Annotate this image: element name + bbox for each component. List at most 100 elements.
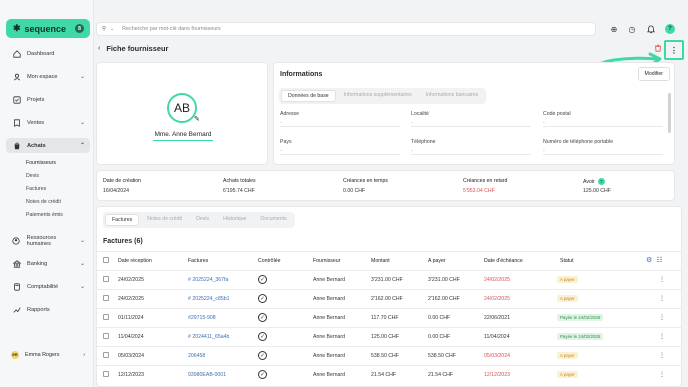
- add-icon[interactable]: ⊕: [608, 23, 620, 35]
- cell-fournisseur: Anne Bernard: [313, 372, 346, 378]
- chevron-down-icon: ⌄: [79, 120, 85, 126]
- cell-montant: 125.00 CHF: [371, 334, 399, 340]
- columns-icon[interactable]: ☷: [656, 256, 662, 264]
- tab-donnees-de-base[interactable]: Données de base: [281, 90, 336, 102]
- row-more-icon[interactable]: ⋮: [659, 352, 665, 359]
- user-menu[interactable]: ER Emma Rogers ›: [6, 349, 90, 361]
- app-logo[interactable]: ✱ sequence 8: [6, 19, 90, 38]
- sidebar-item-achats[interactable]: Achats ⌃: [6, 138, 90, 153]
- table-row[interactable]: 01/11/2024 #29715-908 ✓ Anne Bernard 117.70 …: [97, 308, 681, 327]
- field-label-localite: Localité: [411, 111, 429, 117]
- field-label-telephone: Téléphone: [411, 139, 436, 145]
- table-row[interactable]: 05/03/2024 206458 ✓ Anne Bernard 538.50 CHF 5…: [97, 346, 681, 365]
- cell-date-reception: 24/02/2025: [118, 277, 144, 283]
- cell-a-payer: 2'162.00 CHF: [428, 296, 460, 302]
- profile-avatar: AB: [167, 93, 197, 123]
- chevron-down-icon: ⌄: [109, 26, 115, 32]
- invoice-link[interactable]: 206458: [188, 353, 205, 359]
- sidebar-item-rapports[interactable]: Rapports: [6, 302, 90, 317]
- invoice-link[interactable]: 93980EAB-0001: [188, 372, 226, 378]
- page-title-text: Fiche fournisseur: [106, 44, 169, 53]
- column-header[interactable]: Date d'échéance: [484, 258, 523, 264]
- sidebar-item-label: Ressources humaines: [26, 234, 57, 247]
- edit-pencil-icon[interactable]: ✎: [194, 115, 200, 123]
- row-checkbox[interactable]: [103, 276, 109, 282]
- sidebar-subitem-paiements-emis[interactable]: Paiements émis: [26, 212, 63, 218]
- name-underline: [153, 140, 213, 141]
- row-checkbox[interactable]: [103, 371, 109, 377]
- settings-icon[interactable]: ⚙: [646, 256, 652, 264]
- row-more-icon[interactable]: ⋮: [659, 333, 665, 340]
- help-icon[interactable]: ?: [665, 24, 675, 34]
- sidebar-item-projets[interactable]: Projets: [6, 92, 90, 107]
- invoices-title: Factures (6): [103, 238, 143, 245]
- sidebar-subitem-notes-de-credit[interactable]: Notes de crédit: [26, 199, 61, 205]
- sidebar-item-label: Mon espace: [27, 73, 58, 80]
- field-label-adresse: Adresse: [280, 111, 300, 117]
- informations-card: Informations Modifier Données de base In…: [273, 62, 675, 165]
- sidebar-item-ressources-humaines[interactable]: Ressources humaines ⌄: [6, 233, 90, 248]
- sidebar-subitem-fournisseurs[interactable]: Fournisseurs: [26, 160, 56, 166]
- column-header[interactable]: A payer: [428, 258, 446, 264]
- row-checkbox[interactable]: [103, 352, 109, 358]
- table-row[interactable]: 24/02/2025 # 2025224_367fa ✓ Anne Bernard 3'…: [97, 270, 681, 289]
- column-header[interactable]: Fournisseur: [313, 258, 340, 264]
- clock-icon[interactable]: ◷: [626, 23, 638, 35]
- sidebar-item-mon-espace[interactable]: Mon espace ⌄: [6, 69, 90, 84]
- sidebar-item-label: Projets: [27, 96, 45, 103]
- tab-factures[interactable]: Factures: [105, 214, 140, 226]
- row-more-icon[interactable]: ⋮: [659, 371, 665, 378]
- chevron-up-icon: ⌃: [79, 143, 85, 149]
- select-all-checkbox[interactable]: [103, 257, 109, 263]
- row-checkbox[interactable]: [103, 295, 109, 301]
- table-row[interactable]: 24/02/2025 # 2025224_c85b1 ✓ Anne Bernard 2'…: [97, 289, 681, 308]
- invoice-link[interactable]: # 2025224_367fa: [188, 277, 228, 283]
- column-header[interactable]: Date réception: [118, 258, 152, 264]
- sidebar-item-ventes[interactable]: Ventes ⌄: [6, 115, 90, 130]
- verified-check-icon: ✓: [258, 275, 267, 284]
- scrollbar[interactable]: [668, 93, 671, 133]
- logo-badge: 8: [75, 24, 84, 33]
- row-more-icon[interactable]: ⋮: [659, 314, 665, 321]
- tab-notes-de-credit[interactable]: Notes de crédit: [141, 214, 188, 226]
- modifier-button[interactable]: Modifier: [637, 67, 670, 81]
- invoice-link[interactable]: # 2025224_c85b1: [188, 296, 230, 302]
- info-icon[interactable]: ?: [597, 178, 605, 185]
- tab-documents[interactable]: Documents: [254, 214, 292, 226]
- people-icon: [12, 236, 21, 245]
- profile-card: AB ✎ Mme. Anne Bernard: [96, 62, 268, 165]
- tab-devis[interactable]: Devis: [190, 214, 215, 226]
- tab-informations-bancaires[interactable]: Informations bancaires: [420, 90, 484, 102]
- stat-label-creances-retard: Créances en retard: [463, 178, 508, 184]
- row-checkbox[interactable]: [103, 314, 109, 320]
- sidebar-item-label: Achats: [27, 142, 46, 149]
- column-header[interactable]: Factures: [188, 258, 208, 264]
- cell-date-echeance: 22/06/2021: [484, 315, 510, 321]
- sidebar-item-dashboard[interactable]: Dashboard: [6, 46, 90, 61]
- column-header[interactable]: Statut: [560, 258, 574, 264]
- sidebar-subitem-factures[interactable]: Factures: [26, 186, 46, 192]
- back-arrow-icon[interactable]: ‹: [98, 45, 100, 52]
- search-input[interactable]: ⚲ ⌄ Recherche par mot-clé dans fournisse…: [96, 22, 596, 36]
- column-header[interactable]: Montant: [371, 258, 390, 264]
- bell-icon[interactable]: [645, 23, 657, 35]
- avatar: ER: [11, 351, 19, 359]
- tab-informations-supplementaires[interactable]: Informations supplémentaires: [338, 90, 418, 102]
- cell-fournisseur: Anne Bernard: [313, 315, 346, 321]
- invoice-link[interactable]: #29715-908: [188, 315, 216, 321]
- sidebar-item-comptabilite[interactable]: Comptabilité ⌄: [6, 279, 90, 294]
- chevron-down-icon: ⌄: [79, 238, 85, 244]
- sidebar-item-banking[interactable]: Banking ⌄: [6, 256, 90, 271]
- tab-historique[interactable]: Historique: [217, 214, 252, 226]
- checkbox-icon: [12, 95, 21, 104]
- sidebar-subitem-devis[interactable]: Devis: [26, 173, 39, 179]
- more-options-button[interactable]: ⋮: [664, 40, 684, 60]
- chevron-down-icon: ⌄: [79, 261, 85, 267]
- table-row[interactable]: 11/04/2024 # 2024411_65a4b ✓ Anne Bernard 12…: [97, 327, 681, 346]
- table-row[interactable]: 12/12/2023 93980EAB-0001 ✓ Anne Bernard 21.5…: [97, 365, 681, 384]
- row-more-icon[interactable]: ⋮: [659, 295, 665, 302]
- row-checkbox[interactable]: [103, 333, 109, 339]
- row-more-icon[interactable]: ⋮: [659, 276, 665, 283]
- invoice-link[interactable]: # 2024411_65a4b: [188, 334, 229, 340]
- column-header[interactable]: Contrôlée: [258, 258, 281, 264]
